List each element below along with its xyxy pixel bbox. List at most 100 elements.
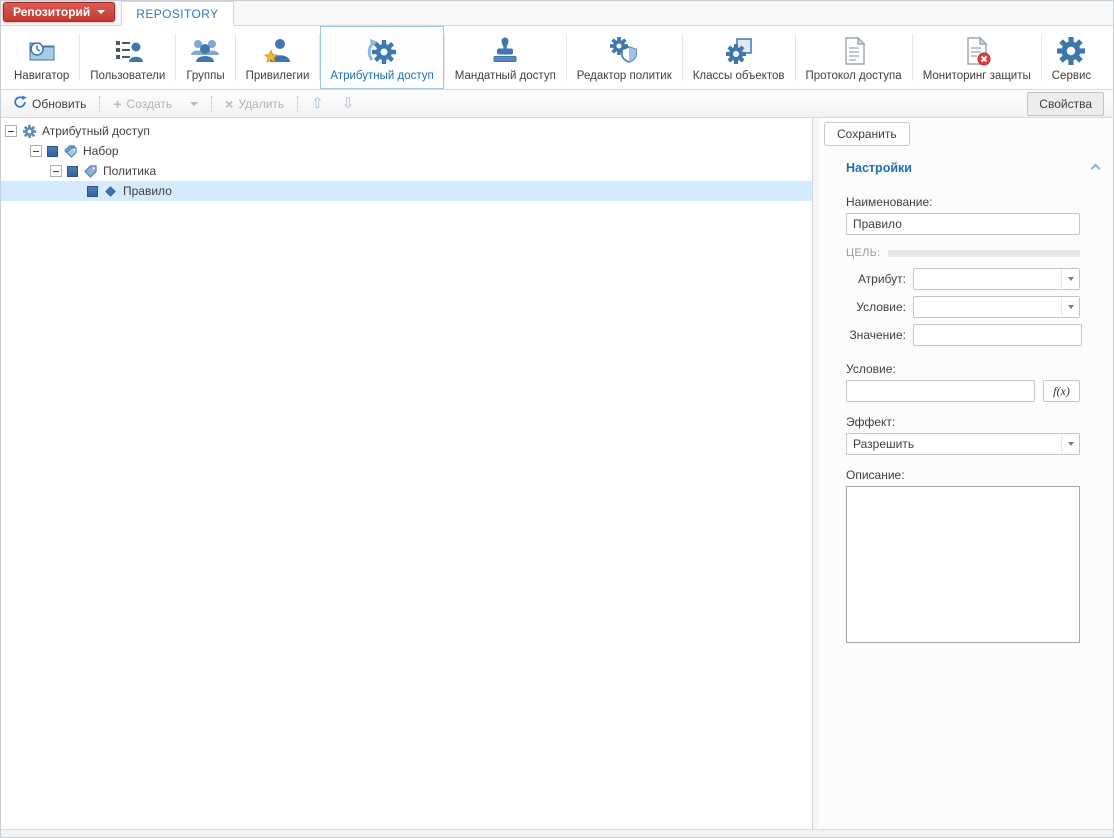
save-button[interactable]: Сохранить <box>824 122 910 146</box>
delete-button[interactable]: × Удалить <box>217 93 292 115</box>
ribbon-item-protection-monitoring[interactable]: Мониторинг защиты <box>913 26 1041 89</box>
ribbon-item-label: Классы объектов <box>693 70 785 82</box>
condition-combo-input[interactable] <box>914 297 1061 317</box>
properties-toggle-button[interactable]: Свойства <box>1027 92 1104 116</box>
ribbon-item-label: Мониторинг защиты <box>923 70 1031 82</box>
repository-menu-label: Репозиторий <box>13 5 90 19</box>
tree-node-rule[interactable]: Правило <box>1 181 812 201</box>
tags-icon <box>63 144 78 159</box>
tree-node-label: Политика <box>103 164 156 178</box>
ribbon-item-object-classes[interactable]: Классы объектов <box>683 26 795 89</box>
tree-panel: Атрибутный доступ Набор Политика <box>1 118 813 829</box>
ribbon-item-policy-editor[interactable]: Редактор политик <box>567 26 682 89</box>
create-button[interactable]: + Создать <box>105 93 180 115</box>
name-field[interactable] <box>846 213 1080 235</box>
combo-trigger[interactable] <box>1061 434 1079 454</box>
tab-bar: Репозиторий REPOSITORY <box>1 1 1113 26</box>
effect-label: Эффект: <box>846 415 1080 429</box>
properties-panel: Сохранить Настройки Наименование: ЦЕЛЬ: … <box>818 118 1113 829</box>
tree-node-label: Набор <box>83 144 119 158</box>
ribbon-item-attribute-access[interactable]: Атрибутный доступ <box>320 26 443 89</box>
ribbon-item-label: Сервис <box>1052 70 1091 82</box>
target-label: ЦЕЛЬ: <box>846 247 880 259</box>
attribute-row: Атрибут: <box>846 268 1080 290</box>
ribbon-item-label: Привилегии <box>246 70 310 82</box>
move-up-button[interactable]: ⇧ <box>303 92 332 115</box>
x-icon: × <box>225 97 233 111</box>
collapse-chevron-icon[interactable] <box>1091 163 1101 173</box>
section-title: Настройки <box>846 161 912 175</box>
ribbon-item-label: Атрибутный доступ <box>330 70 433 82</box>
tree-node-set[interactable]: Набор <box>1 141 812 161</box>
mandatory-access-icon <box>489 35 521 67</box>
collapse-expander-icon[interactable] <box>30 145 42 157</box>
ribbon-item-label: Группы <box>186 70 224 82</box>
attribute-combo[interactable] <box>913 268 1080 290</box>
condition-select-row: Условие: <box>846 296 1080 318</box>
move-down-button[interactable]: ⇩ <box>334 92 363 115</box>
ribbon-item-service[interactable]: Сервис <box>1042 26 1101 89</box>
refresh-button[interactable]: Обновить <box>5 91 94 116</box>
node-checkbox[interactable] <box>47 146 58 157</box>
combo-trigger[interactable] <box>1061 269 1079 289</box>
toolbar: Обновить + Создать × Удалить ⇧ ⇩ Свойств… <box>1 90 1113 118</box>
settings-form: Наименование: ЦЕЛЬ: Атрибут: Условие: <box>846 195 1080 646</box>
attribute-combo-input[interactable] <box>914 269 1061 289</box>
condition-combo[interactable] <box>913 296 1080 318</box>
ribbon-item-navigator[interactable]: Навигатор <box>4 26 79 89</box>
settings-section-header: Настройки <box>846 161 1103 175</box>
plus-icon: + <box>113 97 121 111</box>
status-bar <box>1 829 1113 837</box>
node-checkbox[interactable] <box>87 186 98 197</box>
gear-icon <box>22 124 37 139</box>
value-label: Значение: <box>846 328 906 342</box>
chevron-down-icon <box>97 10 105 14</box>
diamond-icon <box>103 184 118 199</box>
condition-expression-row: f(x) <box>846 380 1080 402</box>
description-textarea[interactable] <box>846 486 1080 643</box>
ribbon-item-access-protocol[interactable]: Протокол доступа <box>796 26 912 89</box>
target-separator-bar <box>888 250 1080 257</box>
condition-expression-field[interactable] <box>846 380 1035 402</box>
tree-node-policy[interactable]: Политика <box>1 161 812 181</box>
collapse-expander-icon[interactable] <box>50 165 62 177</box>
ribbon-item-users[interactable]: Пользователи <box>80 26 175 89</box>
ribbon-item-mandatory-access[interactable]: Мандатный доступ <box>445 26 566 89</box>
effect-combo[interactable] <box>846 433 1080 455</box>
collapse-expander-icon[interactable] <box>5 125 17 137</box>
privileges-icon <box>262 35 294 67</box>
tree-node-label: Атрибутный доступ <box>42 124 150 138</box>
ribbon-item-label: Редактор политик <box>577 70 672 82</box>
groups-icon <box>189 35 221 67</box>
ribbon-item-groups[interactable]: Группы <box>176 26 234 89</box>
ribbon-item-privileges[interactable]: Привилегии <box>236 26 320 89</box>
ribbon-item-label: Пользователи <box>90 70 165 82</box>
value-row: Значение: <box>846 324 1080 346</box>
attribute-access-icon <box>366 35 398 67</box>
main-area: Атрибутный доступ Набор Политика <box>1 118 1113 829</box>
access-protocol-icon <box>838 35 870 67</box>
users-icon <box>112 35 144 67</box>
fx-button[interactable]: f(x) <box>1043 380 1080 402</box>
tree-node-attribute-access[interactable]: Атрибутный доступ <box>1 121 812 141</box>
protection-monitoring-icon <box>961 35 993 67</box>
repository-menu-button[interactable]: Репозиторий <box>3 2 115 22</box>
condition-select-label: Условие: <box>846 300 906 314</box>
create-dropdown-button[interactable] <box>182 98 206 110</box>
chevron-down-icon <box>1068 277 1074 281</box>
chevron-down-icon <box>190 102 198 106</box>
toolbar-separator <box>297 96 298 112</box>
chevron-down-icon <box>1068 305 1074 309</box>
node-checkbox[interactable] <box>67 166 78 177</box>
combo-trigger[interactable] <box>1061 297 1079 317</box>
toolbar-separator <box>211 96 212 112</box>
tab-repository[interactable]: REPOSITORY <box>121 1 233 26</box>
tag-icon <box>83 164 98 179</box>
object-classes-icon <box>723 35 755 67</box>
effect-combo-input[interactable] <box>847 434 1061 454</box>
refresh-icon <box>13 95 27 112</box>
value-field[interactable] <box>913 324 1082 346</box>
name-label: Наименование: <box>846 195 1080 209</box>
ribbon: Навигатор Пользователи Группы Привилегии <box>1 26 1113 90</box>
condition-label: Условие: <box>846 362 1080 376</box>
